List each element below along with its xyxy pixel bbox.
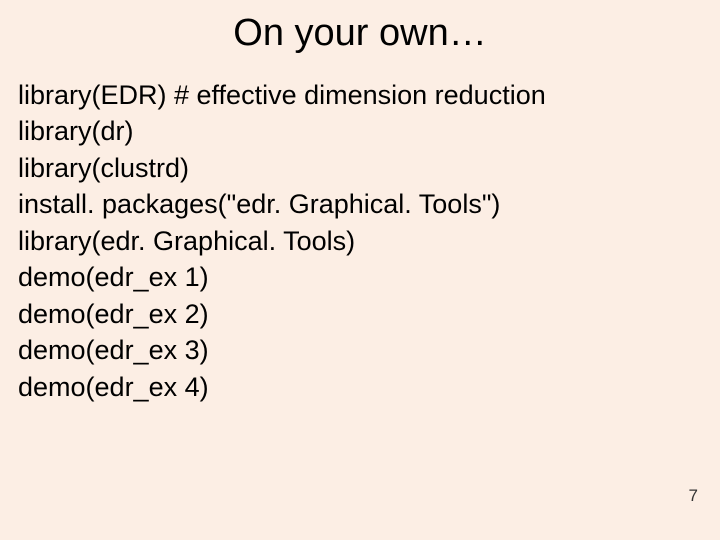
code-line: install. packages("edr. Graphical. Tools… (18, 186, 702, 222)
code-line: demo(edr_ex 4) (18, 369, 702, 405)
code-line: library(clustrd) (18, 150, 702, 186)
code-line: library(edr. Graphical. Tools) (18, 223, 702, 259)
code-line: demo(edr_ex 1) (18, 259, 702, 295)
page-number: 7 (689, 486, 698, 506)
code-line: demo(edr_ex 2) (18, 296, 702, 332)
code-line: library(EDR) # effective dimension reduc… (18, 77, 702, 113)
code-line: demo(edr_ex 3) (18, 332, 702, 368)
code-line: library(dr) (18, 113, 702, 149)
slide: On your own… library(EDR) # effective di… (0, 0, 720, 540)
slide-body: library(EDR) # effective dimension reduc… (0, 55, 720, 405)
slide-title: On your own… (0, 0, 720, 55)
